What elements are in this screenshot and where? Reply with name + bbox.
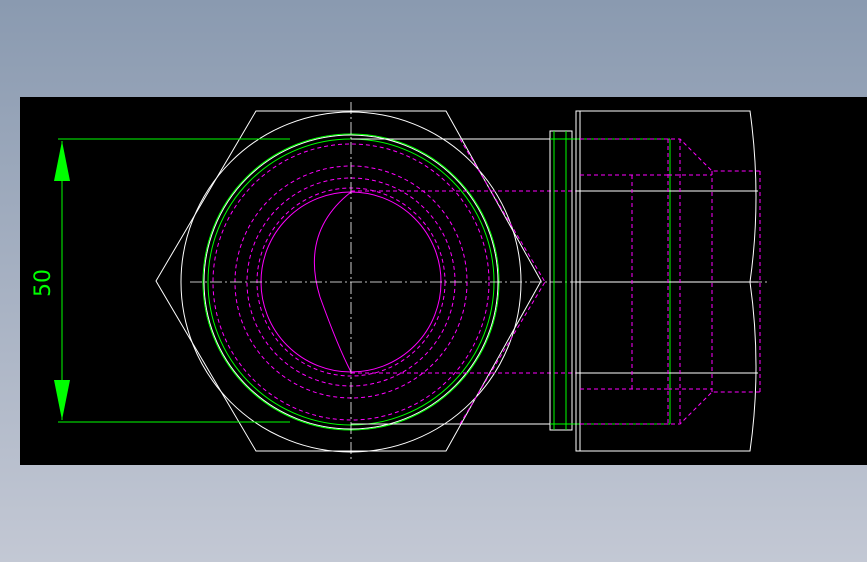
arrow-up-icon — [54, 141, 70, 181]
hex-body-outline — [575, 110, 757, 452]
dimension-50[interactable]: 50 — [31, 138, 290, 423]
cad-drawing: 50 — [31, 102, 768, 462]
projection-lines — [351, 138, 580, 425]
dimension-text: 50 — [31, 269, 56, 297]
arrow-down-icon — [54, 380, 70, 420]
flange-band — [549, 130, 573, 431]
cad-viewport[interactable]: 50 — [20, 97, 867, 465]
hex-outline — [155, 110, 542, 452]
side-view — [549, 110, 761, 452]
